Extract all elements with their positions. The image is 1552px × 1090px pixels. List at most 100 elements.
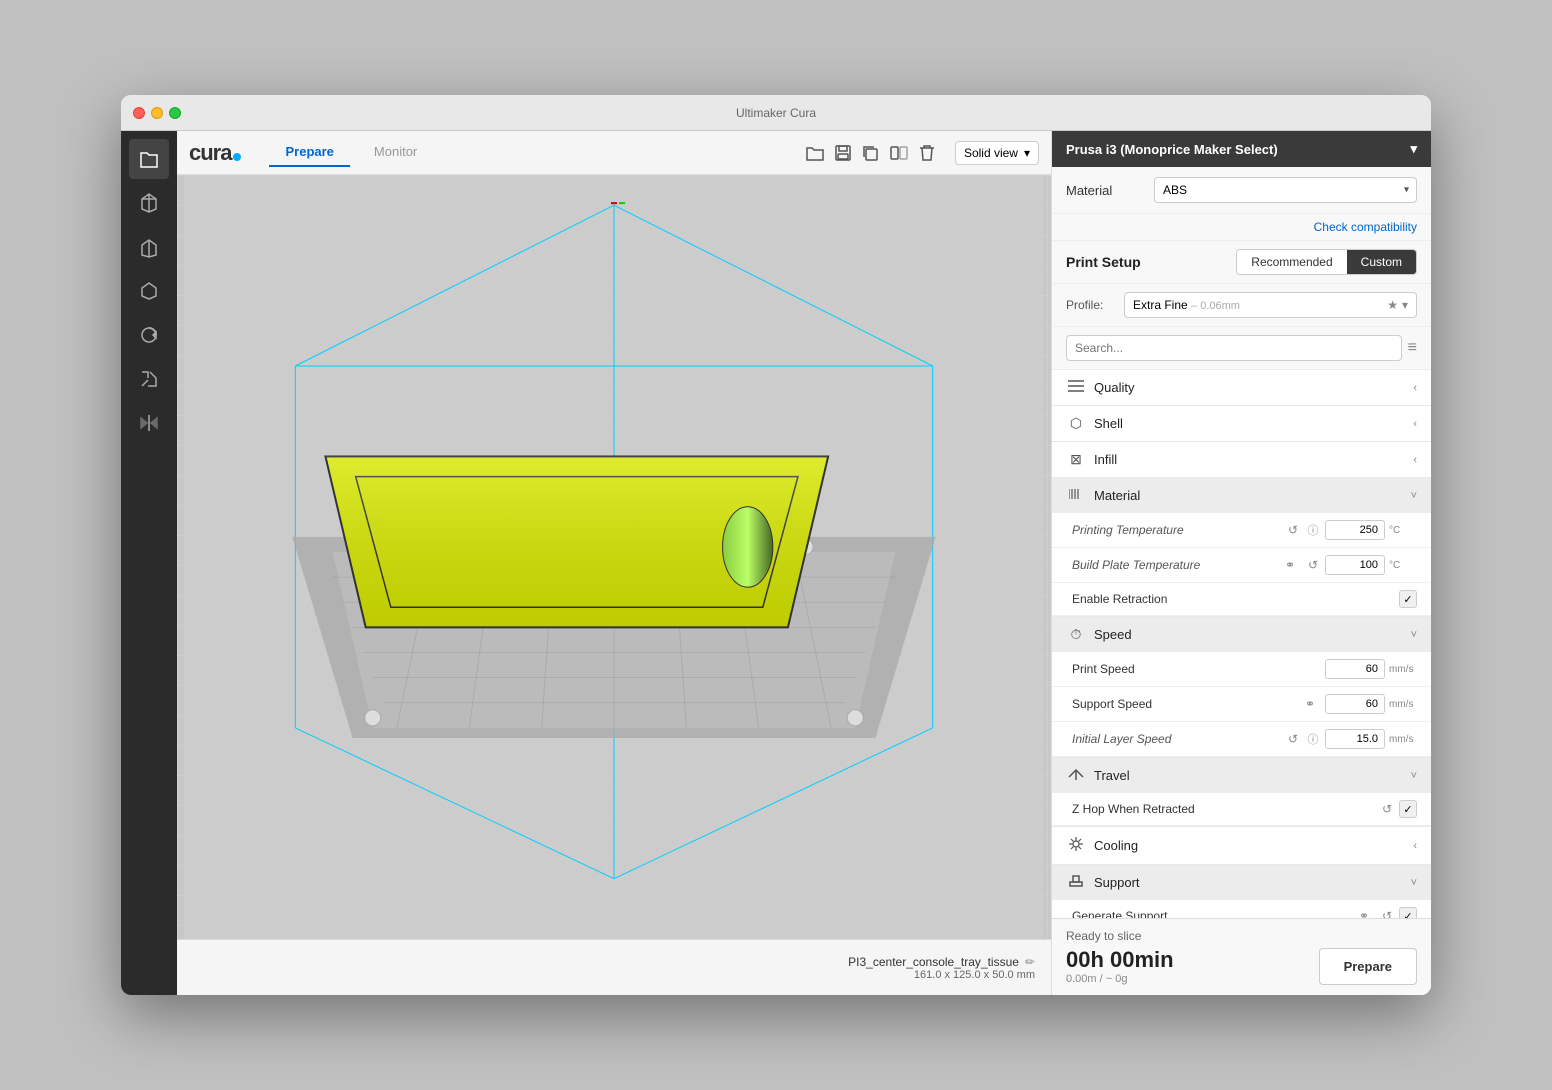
initial-layer-speed-reset[interactable]: ↺ xyxy=(1285,732,1301,746)
build-plate-temp-link[interactable]: ⚭ xyxy=(1285,558,1301,572)
cooling-section-header[interactable]: Cooling ‹ xyxy=(1052,827,1431,864)
support-speed-link[interactable]: ⚭ xyxy=(1305,697,1321,711)
search-input[interactable] xyxy=(1066,335,1402,361)
panel-content[interactable]: Material ABS PLA PETG Check compatibilit… xyxy=(1052,167,1431,918)
shell-icon: ⬡ xyxy=(1066,415,1086,432)
print-speed-row: Print Speed mm/s xyxy=(1052,652,1431,687)
generate-support-reset[interactable]: ↺ xyxy=(1379,909,1395,918)
z-hop-label: Z Hop When Retracted xyxy=(1072,802,1379,816)
viewport-container: cura Prepare Monitor xyxy=(177,131,1051,995)
initial-layer-speed-row: Initial Layer Speed ↺ ⓘ mm/s xyxy=(1052,722,1431,757)
infill-icon: ⊠ xyxy=(1066,451,1086,468)
model-name-row: PI3_center_console_tray_tissue ✏ xyxy=(193,955,1035,969)
printing-temp-row: Printing Temperature ↺ ⓘ °C xyxy=(1052,513,1431,548)
speed-section-header[interactable]: ⏱ Speed ˅ xyxy=(1052,617,1431,652)
duplicate-icon[interactable] xyxy=(859,141,883,165)
quality-section: Quality ‹ xyxy=(1052,370,1431,406)
tab-monitor[interactable]: Monitor xyxy=(358,138,433,167)
z-hop-checkbox[interactable]: ✓ xyxy=(1399,800,1417,818)
support-speed-row: Support Speed ⚭ mm/s xyxy=(1052,687,1431,722)
travel-section-header[interactable]: Travel ˅ xyxy=(1052,758,1431,793)
build-plate-temp-input[interactable] xyxy=(1325,555,1385,575)
initial-layer-speed-info[interactable]: ⓘ xyxy=(1305,731,1321,747)
build-plate-temp-reset[interactable]: ↺ xyxy=(1305,558,1321,572)
support-section: Support ˅ Generate Support ⚭ ↺ ✓ xyxy=(1052,865,1431,918)
sidebar-icon-transform[interactable] xyxy=(129,271,169,311)
slice-bottom: 00h 00min 0.00m / ~ 0g Prepare xyxy=(1066,947,1417,985)
z-hop-controls: ↺ ✓ xyxy=(1379,800,1417,818)
close-button[interactable] xyxy=(133,107,145,119)
printer-name: Prusa i3 (Monoprice Maker Select) xyxy=(1066,142,1278,157)
custom-btn[interactable]: Custom xyxy=(1347,250,1416,274)
sidebar-icon-mirror[interactable] xyxy=(129,403,169,443)
model-dimensions: 161.0 x 125.0 x 50.0 mm xyxy=(193,969,1035,981)
printing-temp-label: Printing Temperature xyxy=(1072,523,1285,537)
profile-select[interactable]: Extra Fine – 0.06mm ★ ▾ xyxy=(1124,292,1417,318)
maximize-button[interactable] xyxy=(169,107,181,119)
travel-chevron: ˅ xyxy=(1411,770,1417,782)
printer-header: Prusa i3 (Monoprice Maker Select) ▾ xyxy=(1052,131,1431,167)
speed-icon: ⏱ xyxy=(1066,626,1086,643)
model-scene xyxy=(177,175,1051,939)
sidebar-icon-model1[interactable] xyxy=(129,183,169,223)
sidebar-icon-model2[interactable] xyxy=(129,227,169,267)
window-title: Ultimaker Cura xyxy=(736,106,816,120)
sidebar-icon-rotate[interactable] xyxy=(129,315,169,355)
support-label: Support xyxy=(1094,875,1411,890)
prepare-button[interactable]: Prepare xyxy=(1319,948,1417,985)
generate-support-label: Generate Support xyxy=(1072,909,1359,918)
z-hop-row: Z Hop When Retracted ↺ ✓ xyxy=(1052,793,1431,826)
sidebar-icon-scale[interactable] xyxy=(129,359,169,399)
generate-support-link[interactable]: ⚭ xyxy=(1359,909,1375,918)
3d-viewport[interactable] xyxy=(177,175,1051,939)
build-plate-temp-row: Build Plate Temperature ⚭ ↺ °C xyxy=(1052,548,1431,583)
printer-dropdown-icon[interactable]: ▾ xyxy=(1410,141,1417,157)
infill-section-header[interactable]: ⊠ Infill ‹ xyxy=(1052,442,1431,477)
tab-prepare[interactable]: Prepare xyxy=(269,138,349,167)
logo-dot xyxy=(233,153,241,161)
recommended-btn[interactable]: Recommended xyxy=(1237,250,1346,274)
shell-section-header[interactable]: ⬡ Shell ‹ xyxy=(1052,406,1431,441)
bottom-bar: PI3_center_console_tray_tissue ✏ 161.0 x… xyxy=(177,939,1051,995)
support-section-header[interactable]: Support ˅ xyxy=(1052,865,1431,900)
print-setup-header: Print Setup Recommended Custom xyxy=(1052,241,1431,284)
material-select[interactable]: ABS PLA PETG xyxy=(1154,177,1417,203)
edit-icon[interactable]: ✏ xyxy=(1025,955,1035,969)
printing-temp-reset[interactable]: ↺ xyxy=(1285,523,1301,537)
generate-support-controls: ⚭ ↺ ✓ xyxy=(1359,907,1417,918)
cooling-chevron: ‹ xyxy=(1413,840,1417,852)
enable-retraction-checkbox[interactable]: ✓ xyxy=(1399,590,1417,608)
cooling-label: Cooling xyxy=(1094,838,1413,853)
printing-temp-info[interactable]: ⓘ xyxy=(1305,522,1321,538)
z-hop-reset[interactable]: ↺ xyxy=(1379,802,1395,816)
speed-chevron: ˅ xyxy=(1411,629,1417,641)
generate-support-checkbox[interactable]: ✓ xyxy=(1399,907,1417,918)
delete-icon[interactable] xyxy=(915,141,939,165)
material-section-icon xyxy=(1066,487,1086,504)
print-speed-unit: mm/s xyxy=(1389,664,1417,675)
sidebar xyxy=(121,131,177,995)
material-label: Material xyxy=(1066,183,1146,198)
mirror-icon[interactable] xyxy=(887,141,911,165)
infill-section: ⊠ Infill ‹ xyxy=(1052,442,1431,478)
print-speed-input[interactable] xyxy=(1325,659,1385,679)
minimize-button[interactable] xyxy=(151,107,163,119)
initial-layer-speed-input[interactable] xyxy=(1325,729,1385,749)
view-mode-label: Solid view xyxy=(964,146,1018,160)
quality-section-header[interactable]: Quality ‹ xyxy=(1052,370,1431,405)
open-file-icon[interactable] xyxy=(803,141,827,165)
generate-support-row: Generate Support ⚭ ↺ ✓ xyxy=(1052,900,1431,918)
travel-section: Travel ˅ Z Hop When Retracted ↺ ✓ xyxy=(1052,758,1431,827)
support-speed-label: Support Speed xyxy=(1072,697,1305,711)
material-section-header[interactable]: Material ˅ xyxy=(1052,478,1431,513)
printing-temp-input[interactable] xyxy=(1325,520,1385,540)
sidebar-icon-folder[interactable] xyxy=(129,139,169,179)
save-icon[interactable] xyxy=(831,141,855,165)
printing-temp-controls: ↺ ⓘ °C xyxy=(1285,520,1417,540)
filter-icon[interactable]: ≡ xyxy=(1408,339,1417,357)
check-compatibility-link[interactable]: Check compatibility xyxy=(1052,214,1431,241)
support-speed-input[interactable] xyxy=(1325,694,1385,714)
view-mode-dropdown[interactable]: Solid view ▾ xyxy=(955,141,1039,165)
travel-label: Travel xyxy=(1094,768,1411,783)
build-plate-temp-label: Build Plate Temperature xyxy=(1072,558,1285,572)
